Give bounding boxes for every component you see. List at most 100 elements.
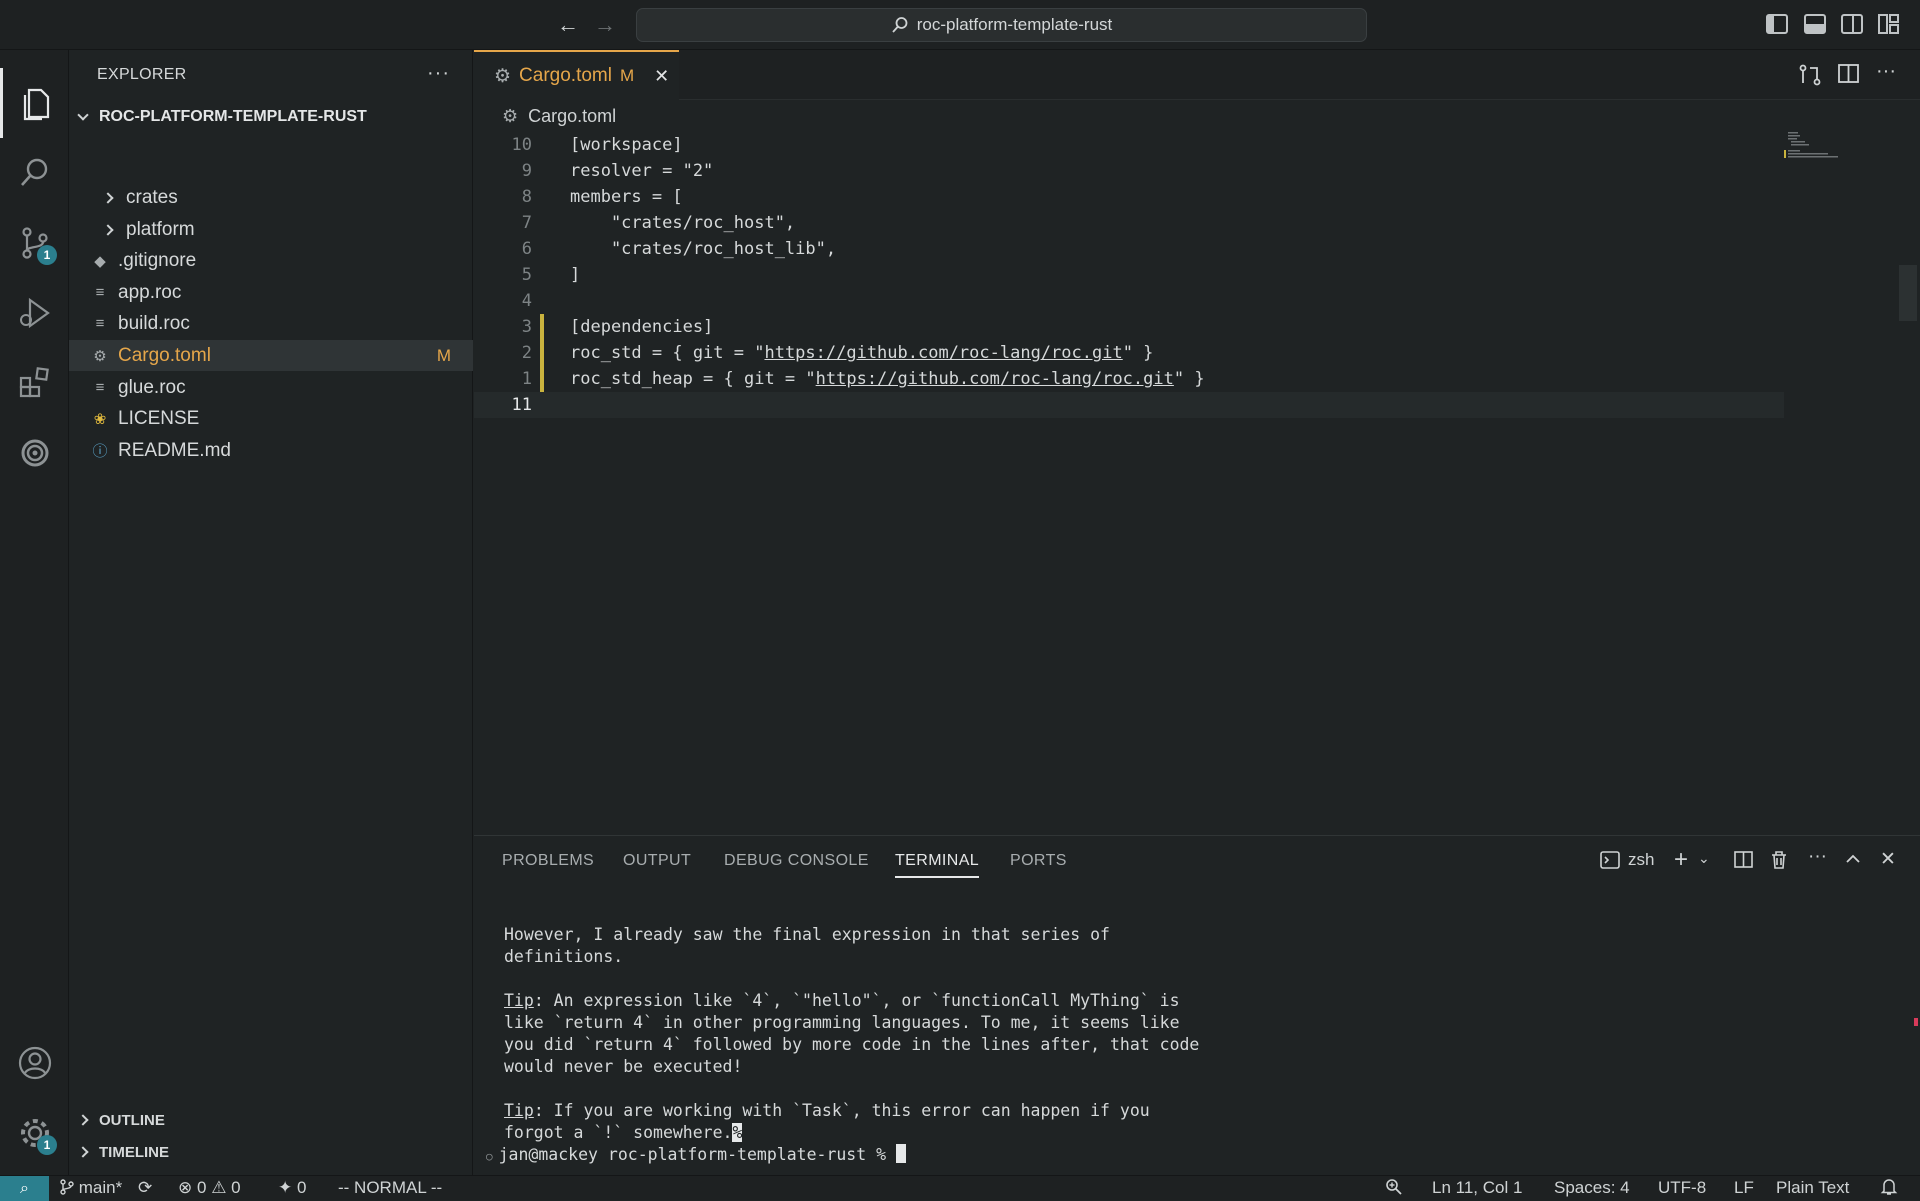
- notifications-bell-icon[interactable]: [1880, 1178, 1898, 1201]
- git-modified-gutter-mark: [540, 314, 544, 392]
- indentation[interactable]: Spaces: 4: [1554, 1178, 1630, 1198]
- extensions-icon[interactable]: [0, 348, 69, 418]
- tree-file-build-roc[interactable]: ≡ build.roc: [69, 308, 473, 339]
- timeline-label: TIMELINE: [99, 1143, 169, 1161]
- code-line: 5]: [474, 262, 1784, 288]
- customize-layout-icon[interactable]: [1878, 14, 1900, 34]
- remote-indicator-icon[interactable]: ⌕: [0, 1176, 49, 1201]
- tree-file-cargo-toml[interactable]: ⚙ Cargo.toml M: [69, 340, 473, 371]
- sync-icon[interactable]: ⟳: [138, 1178, 152, 1198]
- license-ribbon-icon: ❀: [93, 410, 107, 428]
- tab-problems[interactable]: PROBLEMS: [502, 852, 594, 870]
- code-line: 7 "crates/roc_host",: [474, 210, 1784, 236]
- forward-arrow-icon[interactable]: →: [592, 12, 618, 38]
- outline-section[interactable]: OUTLINE: [69, 1105, 473, 1135]
- more-actions-icon[interactable]: ···: [1808, 846, 1827, 868]
- tab-output[interactable]: OUTPUT: [623, 852, 691, 870]
- tab-debug-console[interactable]: DEBUG CONSOLE: [724, 852, 869, 870]
- cursor-position[interactable]: Ln 11, Col 1: [1432, 1178, 1522, 1198]
- toggle-panel-icon[interactable]: [1804, 14, 1826, 34]
- more-actions-icon[interactable]: ···: [427, 62, 450, 85]
- source-control-badge: 1: [37, 245, 57, 265]
- tree-item-label: build.roc: [118, 312, 190, 334]
- tree-item-label: platform: [126, 218, 195, 240]
- split-terminal-icon[interactable]: [1734, 850, 1754, 876]
- encoding[interactable]: UTF-8: [1658, 1178, 1706, 1198]
- search-icon[interactable]: [0, 138, 69, 208]
- more-actions-icon[interactable]: ···: [1876, 60, 1896, 83]
- error-icon: ⊗: [178, 1178, 193, 1197]
- editor-scrollbar[interactable]: [1899, 265, 1917, 321]
- code-link[interactable]: https://github.com/roc-lang/roc.git: [764, 343, 1122, 363]
- code-link[interactable]: https://github.com/roc-lang/roc.git: [816, 369, 1174, 389]
- tree-folder-platform[interactable]: platform: [69, 214, 473, 245]
- ports-count: 0: [296, 1178, 307, 1197]
- back-arrow-icon[interactable]: ←: [555, 12, 581, 38]
- git-branch-status[interactable]: main*: [60, 1178, 122, 1198]
- terminal-shell-selector[interactable]: zsh: [1600, 850, 1654, 870]
- close-panel-icon[interactable]: ✕: [1880, 848, 1896, 871]
- terminal-line: Tip: An expression like `4`, `"hello"`, …: [504, 990, 1884, 1012]
- tree-file-app-roc[interactable]: ≡ app.roc: [69, 277, 473, 308]
- terminal-text: : An expression like `4`, `"hello"`, or …: [533, 991, 1180, 1010]
- line-number: 6: [521, 239, 532, 259]
- minimap[interactable]: [1782, 132, 1872, 172]
- tree-file-glue-roc[interactable]: ≡ glue.roc: [69, 372, 473, 403]
- line-text: roc_std = { git = "https://github.com/ro…: [570, 340, 1153, 366]
- tab-label: Cargo.toml: [519, 65, 612, 86]
- close-icon[interactable]: ✕: [654, 66, 669, 87]
- tree-file-gitignore[interactable]: ◆ .gitignore: [69, 245, 473, 276]
- open-changes-icon[interactable]: [1798, 64, 1822, 92]
- terminal-line: However, I already saw the final express…: [504, 925, 1110, 944]
- tab-terminal[interactable]: TERMINAL: [895, 852, 980, 878]
- code-line: 9 resolver = "2": [474, 158, 1784, 184]
- maximize-panel-chevron-up-icon[interactable]: [1844, 850, 1862, 872]
- code-line: 4: [474, 288, 1784, 314]
- prompt-text: jan@mackey roc-platform-template-rust %: [498, 1145, 896, 1164]
- accounts-icon[interactable]: [0, 1028, 69, 1098]
- language-mode[interactable]: Plain Text: [1776, 1178, 1849, 1198]
- line-number: 1: [521, 369, 532, 389]
- remote-spiral-icon[interactable]: [0, 418, 69, 488]
- problems-status[interactable]: ⊗ 0 ⚠ 0: [178, 1178, 241, 1198]
- zoom-icon[interactable]: [1385, 1178, 1403, 1201]
- line-text: [workspace]: [570, 135, 683, 155]
- tree-item-label: Cargo.toml: [118, 344, 211, 366]
- title-bar: ← → roc-platform-template-rust: [0, 0, 1920, 50]
- toggle-primary-sidebar-icon[interactable]: [1766, 14, 1788, 34]
- code-editor[interactable]: 10 [workspace] 9 resolver = "2" 8 members =…: [474, 132, 1920, 835]
- git-branch-icon: [60, 1179, 74, 1195]
- command-center-search[interactable]: roc-platform-template-rust: [636, 8, 1367, 42]
- terminal-output[interactable]: However, I already saw the final express…: [486, 924, 1884, 1168]
- toggle-secondary-sidebar-icon[interactable]: [1841, 14, 1863, 34]
- source-control-icon[interactable]: 1: [0, 208, 69, 278]
- line-number: 5: [521, 265, 532, 285]
- prompt-circle-icon: ○: [486, 1150, 493, 1163]
- timeline-section[interactable]: TIMELINE: [69, 1137, 473, 1167]
- split-editor-icon[interactable]: [1838, 64, 1860, 90]
- tree-item-label: crates: [126, 186, 178, 208]
- explorer-files-icon[interactable]: [0, 68, 69, 138]
- manage-gear-icon[interactable]: 1: [0, 1098, 69, 1168]
- chevron-down-icon[interactable]: ⌄: [1698, 850, 1710, 867]
- trash-icon[interactable]: [1770, 850, 1788, 876]
- tip-label: Tip: [504, 991, 534, 1010]
- tab-ports[interactable]: PORTS: [1010, 852, 1067, 870]
- bottom-panel: PROBLEMS OUTPUT DEBUG CONSOLE TERMINAL P…: [474, 835, 1920, 1175]
- line-number: 7: [521, 213, 532, 233]
- tree-folder-crates[interactable]: crates: [69, 182, 473, 213]
- new-terminal-plus-icon[interactable]: +: [1674, 846, 1688, 874]
- modified-status: M: [436, 345, 451, 365]
- line-text: [dependencies]: [570, 317, 714, 337]
- code-line: 1 roc_std_heap = { git = "https://github.…: [474, 366, 1784, 392]
- end-of-line[interactable]: LF: [1734, 1178, 1754, 1198]
- root-folder-header[interactable]: ROC-PLATFORM-TEMPLATE-RUST: [69, 102, 473, 132]
- warning-icon: ⚠: [211, 1178, 227, 1197]
- tree-file-readme[interactable]: ⓘ README.md: [69, 435, 473, 466]
- breadcrumb[interactable]: ⚙ Cargo.toml: [474, 100, 616, 132]
- tree-file-license[interactable]: ❀ LICENSE: [69, 403, 473, 434]
- tab-cargo-toml[interactable]: ⚙ Cargo.toml M ✕: [474, 50, 679, 100]
- ports-status[interactable]: ✦ 0: [278, 1178, 306, 1198]
- run-debug-icon[interactable]: [0, 278, 69, 348]
